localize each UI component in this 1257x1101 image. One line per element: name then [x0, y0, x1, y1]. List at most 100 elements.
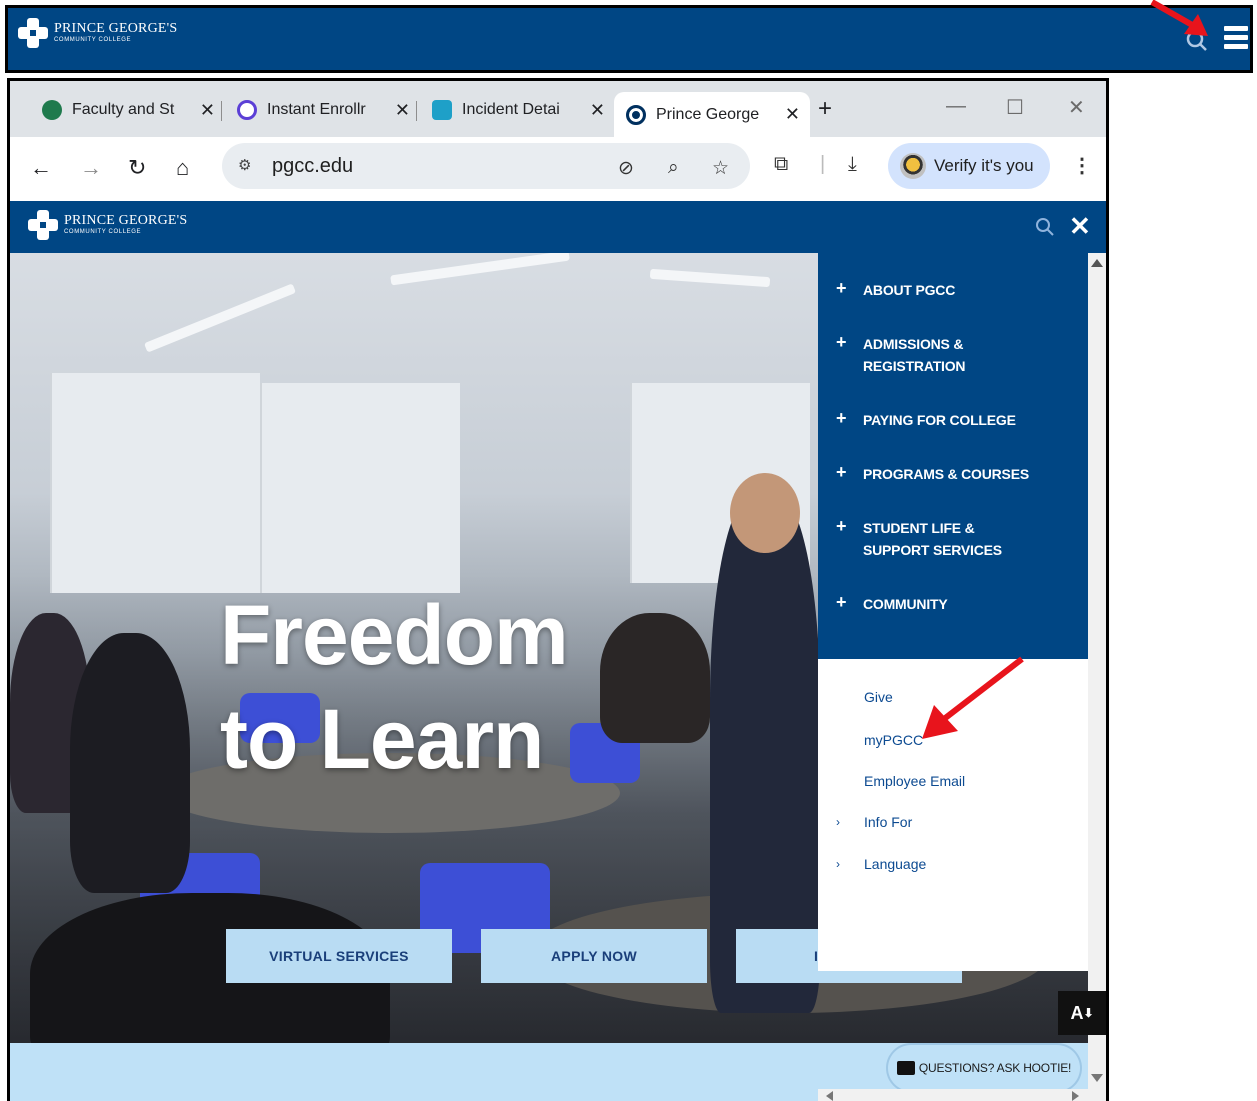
- tab-label: Instant Enrollr: [267, 101, 366, 118]
- employee-email-link[interactable]: Employee Email: [864, 773, 965, 789]
- page-viewport: PRINCE GEORGE'S COMMUNITY COLLEGE ✕ Free…: [10, 201, 1106, 1101]
- student-figure: [70, 633, 190, 893]
- menu-item-label: ABOUT PGCC: [863, 282, 956, 298]
- tracking-protection-icon[interactable]: ⊘: [618, 157, 634, 180]
- search-tabs-icon[interactable]: ⧉: [774, 153, 788, 176]
- vertical-scrollbar[interactable]: [1088, 253, 1106, 1101]
- accessibility-text-size-button[interactable]: A ⬇: [1058, 991, 1106, 1035]
- virtual-services-button[interactable]: VIRTUAL SERVICES: [226, 929, 452, 983]
- expand-plus-icon[interactable]: +: [836, 517, 863, 561]
- menu-item-programs[interactable]: + PROGRAMS & COURSES: [836, 463, 1073, 485]
- maximize-icon[interactable]: ☐: [1006, 95, 1024, 120]
- hero-title-line-2: to Learn: [220, 692, 544, 786]
- ceiling-light: [649, 268, 771, 288]
- incident-icon: [432, 100, 452, 120]
- reload-icon[interactable]: ↻: [128, 155, 146, 181]
- download-icon[interactable]: ⤓: [848, 153, 857, 176]
- annotation-arrow-icon: [922, 656, 1024, 739]
- sharepoint-icon: [42, 100, 62, 120]
- home-icon[interactable]: ⌂: [176, 155, 189, 181]
- hero-title: Freedom to Learn: [220, 583, 569, 791]
- close-tab-icon[interactable]: ✕: [785, 104, 800, 125]
- browser-window: Faculty and St ✕ Instant Enrollr ✕ Incid…: [7, 78, 1109, 1101]
- language-link[interactable]: Language: [864, 856, 926, 872]
- verify-profile-button[interactable]: Verify it's you: [888, 143, 1050, 189]
- verify-label: Verify it's you: [934, 156, 1034, 175]
- college-logo[interactable]: PRINCE GEORGE'S COMMUNITY COLLEGE: [28, 210, 187, 240]
- info-for-link[interactable]: Info For: [864, 814, 912, 830]
- tab-instant-enrollment[interactable]: Instant Enrollr ✕: [225, 90, 420, 130]
- logo-subtitle: COMMUNITY COLLEGE: [54, 37, 132, 43]
- tab-label: Prince George: [656, 105, 760, 123]
- ask-hootie-chat-button[interactable]: QUESTIONS? ASK HOOTIE!: [886, 1043, 1082, 1093]
- logo-mark-icon: [28, 210, 58, 240]
- zoom-icon[interactable]: ⌕: [668, 157, 679, 179]
- menu-item-label: ADMISSIONS & REGISTRATION: [863, 336, 966, 374]
- expand-plus-icon[interactable]: +: [836, 593, 863, 615]
- menu-item-label: PAYING FOR COLLEGE: [863, 412, 1016, 428]
- tab-faculty[interactable]: Faculty and St ✕: [30, 90, 225, 130]
- expand-plus-icon[interactable]: +: [836, 463, 863, 485]
- window-blind: [50, 373, 260, 593]
- site-header: PRINCE GEORGE'S COMMUNITY COLLEGE ✕: [10, 201, 1106, 253]
- scroll-right-icon[interactable]: [1072, 1091, 1079, 1101]
- tab-label: Incident Detai: [462, 101, 560, 118]
- hootie-label: QUESTIONS? ASK HOOTIE!: [918, 1061, 1072, 1075]
- menu-item-about[interactable]: + ABOUT PGCC: [836, 279, 1073, 301]
- minimize-icon[interactable]: —: [946, 95, 966, 118]
- menu-item-community[interactable]: + COMMUNITY: [836, 593, 1073, 615]
- top-site-header: PRINCE GEORGE'S COMMUNITY COLLEGE: [5, 5, 1253, 73]
- menu-item-paying[interactable]: + PAYING FOR COLLEGE: [836, 409, 1073, 431]
- close-tab-icon[interactable]: ✕: [395, 100, 410, 121]
- address-bar[interactable]: ⚙ pgcc.edu ⊘ ⌕ ☆: [222, 143, 750, 189]
- expand-plus-icon[interactable]: +: [836, 409, 863, 431]
- tab-incident-details[interactable]: Incident Detai ✕: [420, 90, 615, 130]
- expand-plus-icon[interactable]: +: [836, 333, 863, 377]
- menu-item-admissions[interactable]: + ADMISSIONS & REGISTRATION: [836, 333, 983, 377]
- menu-item-label: COMMUNITY: [863, 596, 948, 612]
- logo-name: PRINCE GEORGE'S: [64, 213, 188, 228]
- enrollment-icon: [237, 100, 257, 120]
- student-figure: [600, 613, 710, 743]
- tab-label: Faculty and St: [72, 101, 175, 118]
- menu-item-label: PROGRAMS & COURSES: [863, 466, 1029, 482]
- scroll-down-icon[interactable]: [1091, 1074, 1103, 1082]
- avatar: [900, 153, 926, 179]
- menu-item-student-life[interactable]: + STUDENT LIFE & SUPPORT SERVICES: [836, 517, 1043, 561]
- annotation-arrow-icon: [1150, 0, 1208, 36]
- chat-bubble-icon: [896, 1061, 915, 1075]
- bookmark-star-icon[interactable]: ☆: [712, 157, 729, 180]
- expand-plus-icon[interactable]: +: [836, 279, 863, 301]
- ceiling-light: [143, 283, 297, 353]
- apply-now-button[interactable]: APPLY NOW: [481, 929, 707, 983]
- window-blind: [260, 383, 460, 593]
- scroll-up-icon[interactable]: [1091, 259, 1103, 267]
- give-link[interactable]: Give: [864, 689, 893, 705]
- tab-prince-georges[interactable]: Prince George ✕: [614, 92, 810, 137]
- close-tab-icon[interactable]: ✕: [200, 100, 215, 121]
- new-tab-button[interactable]: +: [818, 95, 832, 123]
- back-icon[interactable]: ←: [30, 155, 52, 181]
- menu-item-label: STUDENT LIFE & SUPPORT SERVICES: [863, 520, 1002, 558]
- accessibility-label: A: [1070, 1002, 1084, 1023]
- horizontal-scrollbar[interactable]: [818, 1089, 1088, 1101]
- chevron-right-icon: ›: [836, 815, 840, 829]
- close-menu-icon[interactable]: ✕: [1069, 211, 1091, 242]
- toolbar-divider: |: [820, 153, 826, 175]
- browser-toolbar: ← → ↻ ⌂ ⚙ pgcc.edu ⊘ ⌕ ☆ ⧉ | ⤓ Verify it…: [10, 137, 1106, 201]
- more-options-icon[interactable]: ⋮: [1072, 153, 1092, 178]
- main-navigation: + ABOUT PGCC + ADMISSIONS & REGISTRATION…: [818, 253, 1088, 659]
- ceiling-light: [390, 253, 570, 286]
- logo-name: PRINCE GEORGE'S: [54, 21, 178, 36]
- hamburger-menu-icon[interactable]: [1224, 26, 1248, 52]
- slide-out-menu: + ABOUT PGCC + ADMISSIONS & REGISTRATION…: [818, 253, 1088, 971]
- hero-title-line-1: Freedom: [220, 588, 569, 682]
- site-info-icon[interactable]: ⚙: [238, 156, 251, 174]
- url-text[interactable]: pgcc.edu: [272, 155, 353, 178]
- scroll-left-icon[interactable]: [826, 1091, 833, 1101]
- search-icon[interactable]: [1035, 217, 1055, 237]
- forward-icon[interactable]: →: [80, 155, 102, 181]
- close-window-icon[interactable]: ✕: [1068, 95, 1085, 120]
- college-logo[interactable]: PRINCE GEORGE'S COMMUNITY COLLEGE: [18, 18, 177, 48]
- close-tab-icon[interactable]: ✕: [590, 100, 605, 121]
